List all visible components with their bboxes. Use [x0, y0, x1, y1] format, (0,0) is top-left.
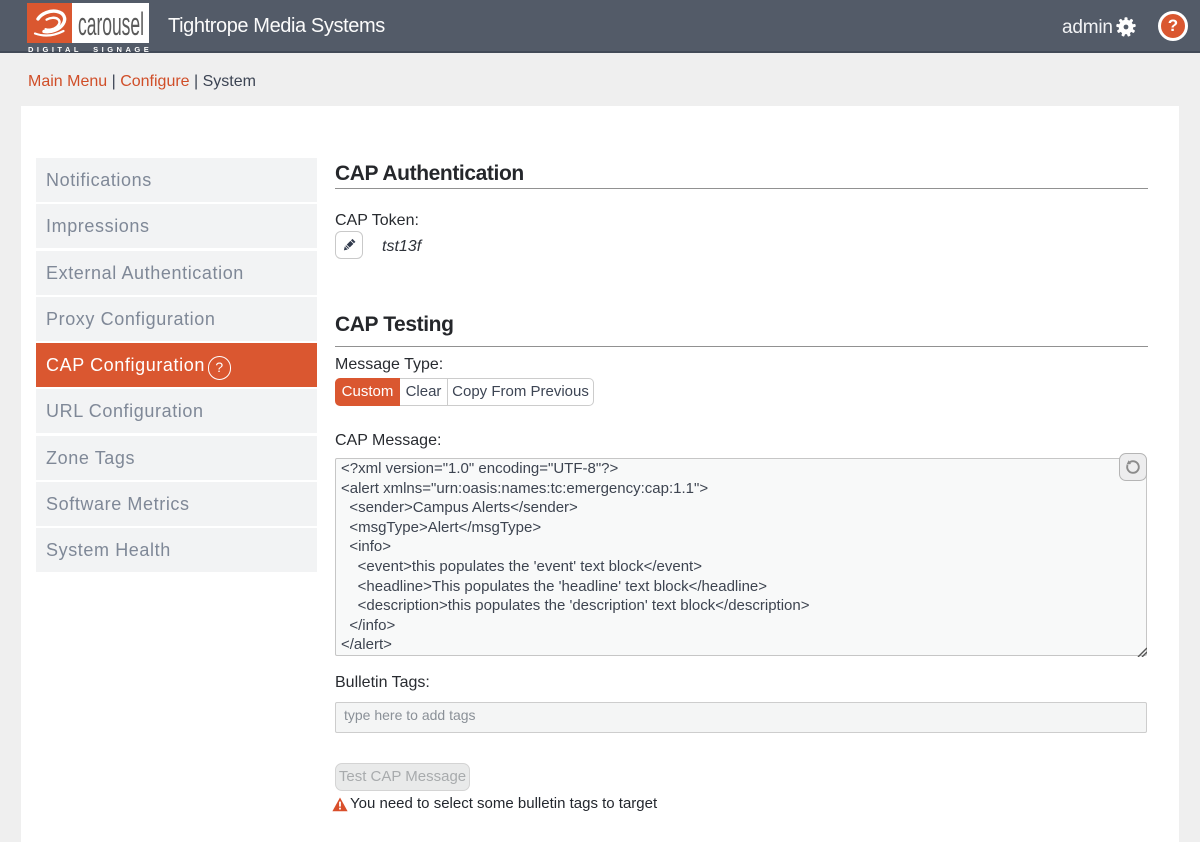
svg-text:carousel: carousel — [78, 6, 144, 42]
